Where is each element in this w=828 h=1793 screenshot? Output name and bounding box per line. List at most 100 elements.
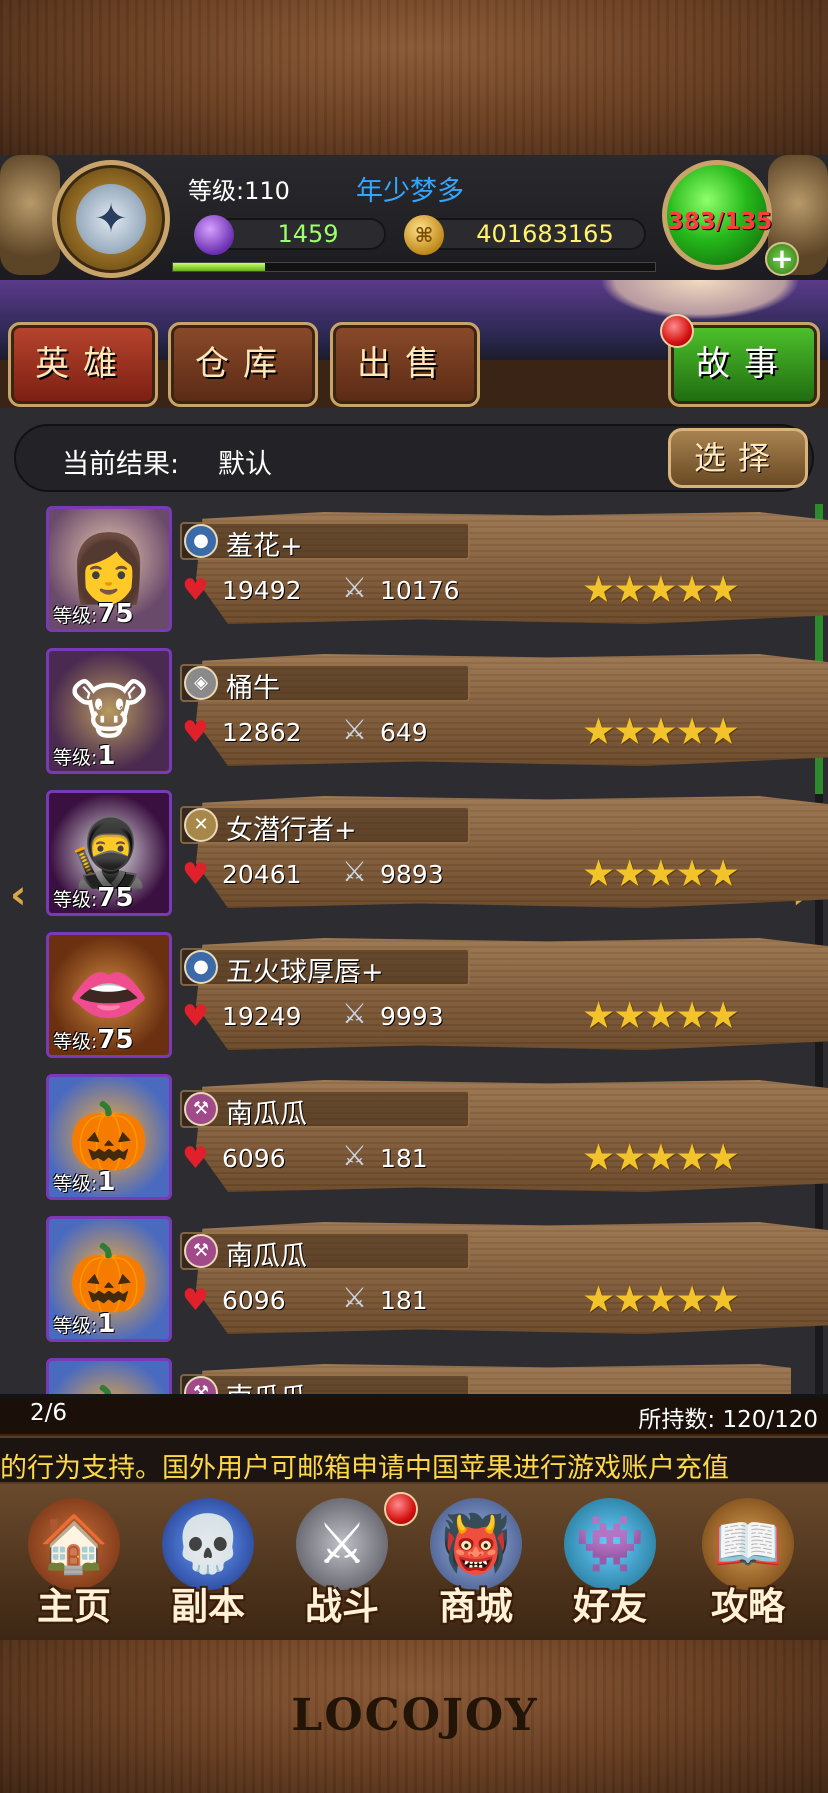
holding-count: 所持数: 120/120: [638, 1407, 818, 1433]
stamina-value: 383/135: [667, 209, 773, 235]
locojoy-logo: LOCOJOY: [291, 1690, 539, 1741]
star-rating-icon: ★★★★★: [582, 1136, 740, 1179]
nav-home[interactable]: 🏠 主页: [8, 1492, 140, 1632]
news-ticker: 的行为支持。国外用户可邮箱申请中国苹果进行游戏账户充值: [0, 1436, 828, 1484]
hero-attack: 9993: [380, 1002, 444, 1031]
player-name: 年少梦多: [356, 176, 464, 207]
hero-name-bar: [180, 1232, 470, 1270]
crossed-swords-icon: ⚔: [342, 1139, 368, 1172]
mage-class-icon: ●: [184, 524, 218, 558]
hero-name-bar: [180, 664, 470, 702]
nav-friends[interactable]: 👾 好友: [544, 1492, 676, 1632]
pumpkin-portrait[interactable]: 🎃 等级:1: [46, 1074, 172, 1200]
heart-icon: ♥: [182, 1141, 209, 1176]
hero-hp: 19492: [222, 576, 302, 605]
hero-attack: 181: [380, 1144, 428, 1173]
shield-class-icon: ◈: [184, 666, 218, 700]
hero-hp: 12862: [222, 718, 302, 747]
horned-bull-portrait[interactable]: 🐮 等级:1: [46, 648, 172, 774]
ticker-text: 的行为支持。国外用户可邮箱申请中国苹果进行游戏账户充值: [0, 1453, 729, 1484]
hero-row[interactable]: 🐮 等级:1 ◈ 桶牛 ♥ 12862 ⚔ 649 ★★★★★: [46, 648, 828, 774]
pumpkin-portrait[interactable]: 🎃: [46, 1358, 172, 1394]
big-lips-portrait[interactable]: 👄 等级:75: [46, 932, 172, 1058]
crossed-swords-icon: ⚔: [342, 713, 368, 746]
star-rating-icon: ★★★★★: [582, 852, 740, 895]
hero-hp: 19249: [222, 1002, 302, 1031]
lion-ornament-left: [0, 155, 60, 275]
pumpkin-portrait[interactable]: 🎃 等级:1: [46, 1216, 172, 1342]
nav-dungeon-label: 副本: [171, 1585, 245, 1628]
hero-name-bar: [180, 1374, 470, 1394]
xp-bar: [172, 262, 656, 272]
tab-sell[interactable]: 出售: [330, 322, 480, 407]
hero-row[interactable]: 🎃 等级:1 ⚒ 南瓜瓜 ♥ 6096 ⚔ 181 ★★★★★: [46, 1074, 828, 1200]
nav-battle[interactable]: ⚔ 战斗: [276, 1492, 418, 1632]
star-rating-icon: ★★★★★: [582, 994, 740, 1037]
nav-shop[interactable]: 👹 商城: [410, 1492, 542, 1632]
gold-coin-icon: ⌘: [404, 215, 444, 255]
star-rating-icon: ★★★★★: [582, 568, 740, 611]
top-wood-frame: [0, 0, 828, 160]
nav-home-label: 主页: [37, 1585, 111, 1628]
gem-icon: [194, 215, 234, 255]
star-rating-icon: ★★★★★: [582, 710, 740, 753]
crossed-swords-icon: ⚔: [342, 571, 368, 604]
rogue-class-icon: ✕: [184, 808, 218, 842]
chevron-left-icon[interactable]: ‹: [10, 872, 26, 918]
hero-name: 女潜行者+: [226, 815, 357, 846]
hero-level-value: 1: [97, 1309, 116, 1339]
nav-dungeon[interactable]: 💀 副本: [142, 1492, 274, 1632]
gems-value: 1459: [277, 220, 339, 248]
heart-icon: ♥: [182, 573, 209, 608]
tab-heroes[interactable]: 英雄: [8, 322, 158, 407]
portrait-art: 👄: [67, 956, 151, 1033]
hero-name-bar: [180, 522, 470, 560]
heart-icon: ♥: [182, 1283, 209, 1318]
hero-level: 等级:1: [53, 1167, 116, 1197]
nav-friends-label: 好友: [573, 1585, 647, 1628]
hero-attack: 181: [380, 1286, 428, 1315]
masked-assassin-portrait[interactable]: 🥷 等级:75: [46, 790, 172, 916]
hero-level-label: 等级:: [53, 1173, 98, 1195]
filter-label: 当前结果:: [62, 449, 180, 480]
female-warrior-portrait[interactable]: 👩 等级:75: [46, 506, 172, 632]
rank-emblem[interactable]: ✦: [52, 160, 170, 278]
filter-value: 默认: [218, 449, 272, 480]
rank-emblem-icon: ✦: [76, 184, 146, 254]
hammer-class-icon: ⚒: [184, 1234, 218, 1268]
hero-level-label: 等级:: [53, 1031, 98, 1053]
hero-row[interactable]: 🎃⚒南瓜瓜: [46, 1358, 791, 1394]
hero-level: 等级:1: [53, 1309, 116, 1339]
hero-name: 南瓜瓜: [226, 1099, 307, 1130]
hero-attack: 649: [380, 718, 428, 747]
hero-row[interactable]: 👄 等级:75 ● 五火球厚唇+ ♥ 19249 ⚔ 9993 ★★★★★: [46, 932, 828, 1058]
nav-battle-label: 战斗: [305, 1585, 379, 1628]
portrait-art: 🎃: [67, 1240, 151, 1317]
hero-row[interactable]: 👩 等级:75 ● 羞花+ ♥ 19492 ⚔ 10176 ★★★★★: [46, 506, 828, 632]
hero-attack: 9893: [380, 860, 444, 889]
hero-row[interactable]: 🥷 等级:75 ✕ 女潜行者+ ♥ 20461 ⚔ 9893 ★★★★★: [46, 790, 828, 916]
portrait-art: 🥷: [67, 814, 151, 891]
select-button[interactable]: 选择: [668, 428, 808, 488]
hero-level: 等级:1: [53, 741, 116, 771]
nav-guide[interactable]: 📖 攻略: [682, 1492, 814, 1632]
hero-name-bar: [180, 1090, 470, 1128]
notification-dot: [660, 314, 694, 348]
hero-level: 等级:75: [53, 1025, 134, 1055]
heart-icon: ♥: [182, 857, 209, 892]
hero-name: 五火球厚唇+: [226, 957, 384, 988]
plus-icon[interactable]: +: [765, 242, 799, 276]
crossed-swords-icon: ⚔: [342, 997, 368, 1030]
hero-level-label: 等级:: [53, 605, 98, 627]
hero-attack: 10176: [380, 576, 460, 605]
hero-row[interactable]: 🎃 等级:1 ⚒ 南瓜瓜 ♥ 6096 ⚔ 181 ★★★★★: [46, 1216, 828, 1342]
portrait-art: 🐮: [69, 672, 149, 749]
tab-warehouse[interactable]: 仓库: [168, 322, 318, 407]
hero-name: 羞花+: [226, 531, 303, 562]
crossed-swords-icon: ⚔: [342, 855, 368, 888]
gold-value: 401683165: [476, 220, 614, 248]
portrait-art: 👩: [67, 530, 151, 607]
hammer-class-icon: ⚒: [184, 1092, 218, 1126]
hero-name: 南瓜瓜: [226, 1376, 307, 1394]
hero-hp: 20461: [222, 860, 302, 889]
